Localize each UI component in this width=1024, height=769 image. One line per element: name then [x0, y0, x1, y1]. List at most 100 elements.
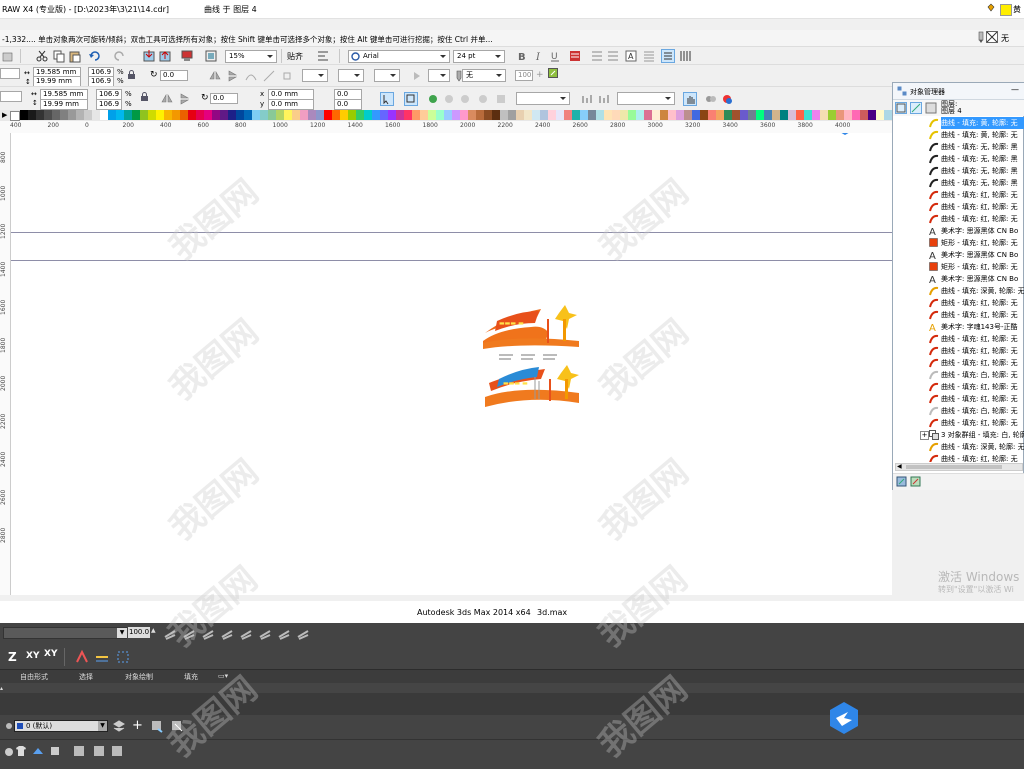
palette-swatch[interactable] — [516, 110, 524, 120]
outline-style-dropdown[interactable] — [617, 92, 675, 105]
object-tree-row[interactable]: 矩形 - 填充: 红, 轮廓: 无 — [893, 261, 1024, 273]
palette-swatch[interactable] — [196, 110, 204, 120]
ribbon-tab-object-paint[interactable]: 对象绘制 — [125, 672, 153, 682]
object-tree-row[interactable]: 曲线 - 填充: 黄, 轮廓: 无 — [893, 129, 1024, 141]
palette-swatch[interactable] — [268, 110, 276, 120]
palette-swatch[interactable] — [236, 110, 244, 120]
import-icon[interactable] — [142, 49, 156, 63]
palette-swatch[interactable] — [804, 110, 812, 120]
palette-swatch[interactable] — [108, 110, 116, 120]
palette-swatch[interactable] — [532, 110, 540, 120]
object-height-field-2[interactable]: 19.99 mm — [40, 99, 88, 110]
vertical-text-icon[interactable] — [678, 49, 692, 63]
publish-icon[interactable] — [180, 49, 194, 63]
tshirt-icon[interactable] — [14, 744, 28, 758]
object-tree-row[interactable]: 曲线 - 填充: 白, 轮廓: 无 — [893, 369, 1024, 381]
palette-swatch[interactable] — [20, 110, 28, 120]
palette-swatch[interactable] — [324, 110, 332, 120]
object-tree-row[interactable]: +3 对象群组 - 填充: 白, 轮廓 — [893, 429, 1024, 441]
palette-swatch[interactable] — [132, 110, 140, 120]
app-launcher-icon[interactable] — [204, 49, 218, 63]
palette-swatch[interactable] — [500, 110, 508, 120]
shape-c-icon[interactable] — [476, 92, 490, 106]
place-highlight-icon[interactable] — [296, 627, 310, 641]
axis-z-button[interactable]: Z — [8, 650, 17, 664]
object-size-left-stub[interactable] — [0, 68, 20, 79]
ribbon-tab-freeform[interactable]: 自由形式 — [20, 672, 48, 682]
snapshot-tool-icon[interactable] — [220, 627, 234, 641]
palette-swatch[interactable] — [788, 110, 796, 120]
palette-swatch[interactable] — [404, 110, 412, 120]
object-tree-row[interactable]: 曲线 - 填充: 红, 轮廓: 无 — [893, 189, 1024, 201]
palette-swatch[interactable] — [116, 110, 124, 120]
node-icon[interactable] — [280, 69, 294, 83]
lock-ratio-icon[interactable] — [127, 70, 136, 80]
ribbon-tool-a-icon[interactable] — [74, 649, 90, 665]
palette-swatch[interactable] — [628, 110, 636, 120]
mirror-vertical-icon-2[interactable] — [178, 92, 192, 106]
object-tree-row[interactable]: 曲线 - 填充: 红, 轮廓: 无 — [893, 393, 1024, 405]
artwork-top-banner[interactable]: ▬▬▬ ▬ — [483, 305, 579, 349]
palette-swatch[interactable] — [716, 110, 724, 120]
palette-swatch[interactable] — [852, 110, 860, 120]
palette-swatch[interactable] — [692, 110, 700, 120]
palette-swatch[interactable] — [756, 110, 764, 120]
spinner-arrows[interactable]: ▲ — [151, 627, 156, 634]
outline-width-dropdown[interactable] — [302, 69, 328, 82]
palette-swatch[interactable] — [860, 110, 868, 120]
palette-swatch[interactable] — [204, 110, 212, 120]
ribbon-collapse-handle[interactable]: ▴ — [0, 685, 6, 692]
mirror-horizontal-icon-2[interactable] — [160, 92, 174, 106]
align-text-icon[interactable] — [568, 49, 582, 63]
object-tree-row[interactable]: A 美术字: 思源黑体 CN Bo — [893, 225, 1024, 238]
paste-icon[interactable] — [68, 49, 82, 63]
rotation-angle-field[interactable]: 0.0 — [160, 70, 188, 81]
command-c-icon[interactable] — [31, 744, 45, 758]
snap-to-menu[interactable]: 贴齐 — [287, 51, 303, 62]
new-master-layer-icon[interactable] — [910, 476, 921, 487]
shape-b-icon[interactable] — [458, 92, 472, 106]
object-tree-row[interactable]: 曲线 - 填充: 红, 轮廓: 无 — [893, 345, 1024, 357]
spacing-tool-icon[interactable] — [239, 627, 253, 641]
layer-manager-view-icon[interactable] — [925, 102, 937, 114]
object-tree-row[interactable]: 曲线 - 填充: 黄, 轮廓: 无 — [893, 117, 1024, 129]
palette-swatch[interactable] — [732, 110, 740, 120]
current-layer-dropdown[interactable]: 0 (默认) ▼ — [14, 720, 108, 732]
palette-swatch[interactable] — [572, 110, 580, 120]
edit-across-layers-icon[interactable] — [910, 102, 922, 114]
plus-icon[interactable]: + — [536, 70, 544, 80]
palette-swatch[interactable] — [644, 110, 652, 120]
palette-swatch[interactable] — [708, 110, 716, 120]
object-tree-row[interactable]: A 美术字: 思源黑体 CN Bo — [893, 249, 1024, 262]
guideline-top[interactable] — [11, 232, 892, 233]
palette-swatch[interactable] — [564, 110, 572, 120]
palette-swatch[interactable] — [44, 110, 52, 120]
palette-swatch[interactable] — [60, 110, 68, 120]
transparency-field[interactable]: 100 — [515, 70, 533, 81]
rotation-angle-field-2[interactable]: 0.0 — [210, 93, 238, 104]
palette-swatch[interactable] — [588, 110, 596, 120]
play-icon[interactable] — [410, 69, 424, 83]
object-tree-row[interactable]: 曲线 - 填充: 深黄, 轮廓: 无 — [893, 441, 1024, 453]
palette-swatch[interactable] — [636, 110, 644, 120]
palette-swatch[interactable] — [468, 110, 476, 120]
palette-swatch[interactable] — [884, 110, 892, 120]
command-d-icon[interactable] — [48, 744, 62, 758]
align-icon[interactable] — [316, 49, 330, 63]
palette-swatch[interactable] — [252, 110, 260, 120]
palette-swatch[interactable] — [308, 110, 316, 120]
palette-swatch[interactable] — [84, 110, 92, 120]
palette-swatch[interactable] — [580, 110, 588, 120]
palette-swatch[interactable] — [524, 110, 532, 120]
palette-swatch[interactable] — [380, 110, 388, 120]
artwork-bottom-banner[interactable]: ▬▬▬ ▬ — [485, 365, 579, 407]
selection-set-dropdown[interactable] — [3, 627, 127, 639]
axis-xy-button[interactable]: XY — [26, 651, 39, 661]
selection-set-arrow[interactable]: ▼ — [117, 628, 127, 638]
palette-swatch[interactable] — [420, 110, 428, 120]
wrap-text-dropdown[interactable] — [516, 92, 570, 105]
no-outline-icon[interactable] — [986, 31, 998, 43]
palette-swatch[interactable] — [436, 110, 444, 120]
palette-swatch[interactable] — [772, 110, 780, 120]
object-tree-row[interactable]: 曲线 - 填充: 无, 轮廓: 黑 — [893, 141, 1024, 153]
